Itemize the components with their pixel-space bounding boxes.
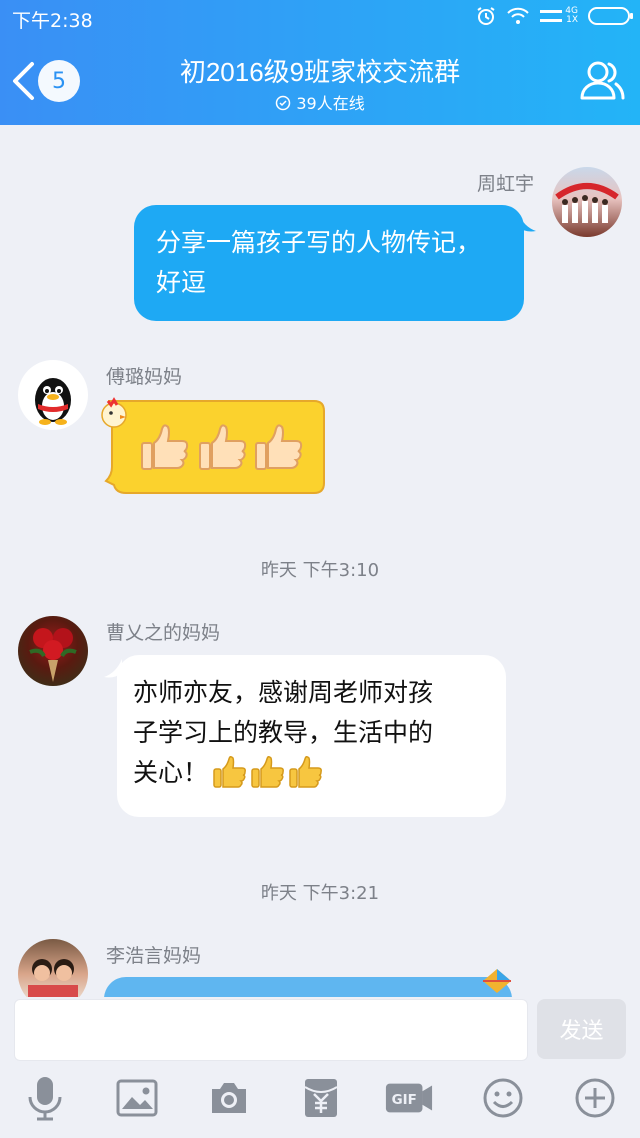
message-bubble[interactable] xyxy=(104,977,512,997)
message-bubble[interactable]: 亦师亦友，感谢周老师对孩 子学习上的教导，生活中的 关心！ xyxy=(117,655,506,817)
signal-indicator: 4G 1X xyxy=(540,6,578,26)
battery-icon xyxy=(588,7,633,25)
timestamp: 昨天 下午3:10 xyxy=(260,560,380,581)
avatar[interactable] xyxy=(18,939,88,997)
voice-button[interactable] xyxy=(20,1073,70,1123)
kids-photo-image xyxy=(28,959,78,997)
composer: 发送 GIF xyxy=(0,997,640,1138)
status-time: 下午2:38 xyxy=(12,10,93,32)
alarm-icon xyxy=(477,7,495,25)
status-bar: 下午2:38 4G 1X xyxy=(0,0,640,36)
sender-name: 周虹宇 xyxy=(476,173,534,195)
network-type-1x: 1X xyxy=(566,15,578,25)
message-text-line: 子学习上的教导，生活中的 xyxy=(133,718,434,747)
message-text: 分享一篇孩子写的人物传记，好逗 xyxy=(156,228,482,297)
gif-button[interactable]: GIF xyxy=(384,1073,434,1123)
avatar[interactable] xyxy=(18,360,88,430)
users-icon xyxy=(580,61,625,100)
camera-icon xyxy=(212,1083,246,1113)
thumbs-up-icon xyxy=(289,755,322,788)
plus-icon xyxy=(575,1078,615,1118)
message-list[interactable]: 周虹宇 分享一篇孩子写的人物传记，好逗 傅璐妈妈 昨天 下午3:10 曹乂之的妈… xyxy=(0,125,640,997)
camera-button[interactable] xyxy=(204,1073,254,1123)
thumbs-up-emoji-row xyxy=(213,755,322,788)
online-status: 39人在线 xyxy=(0,90,640,114)
check-circle-icon xyxy=(276,95,291,111)
avatar[interactable] xyxy=(18,616,88,686)
red-packet-icon xyxy=(304,1079,338,1117)
thumbs-up-icon xyxy=(251,755,284,788)
group-photo-image xyxy=(555,183,619,223)
emoji-button[interactable] xyxy=(478,1073,528,1123)
photo-button[interactable] xyxy=(112,1073,162,1123)
more-button[interactable] xyxy=(570,1073,620,1123)
send-button[interactable]: 发送 xyxy=(537,999,626,1059)
penguin-icon xyxy=(35,378,71,425)
message-text-line: 关心！ xyxy=(133,758,209,787)
microphone-icon xyxy=(28,1077,62,1121)
kite-icon xyxy=(483,969,511,993)
signal-bars-icon xyxy=(540,10,563,22)
gif-icon: GIF xyxy=(385,1083,433,1113)
roses-image xyxy=(29,628,77,682)
sender-name: 李浩言妈妈 xyxy=(106,945,202,967)
message-bubble[interactable]: 分享一篇孩子写的人物传记，好逗 xyxy=(134,205,524,321)
message-input[interactable] xyxy=(14,999,528,1061)
wifi-icon xyxy=(507,7,530,24)
svg-text:GIF: GIF xyxy=(392,1093,417,1108)
red-packet-button[interactable] xyxy=(296,1073,346,1123)
sender-name: 傅璐妈妈 xyxy=(106,366,183,388)
input-toolbar: GIF xyxy=(0,1073,640,1133)
group-members-button[interactable] xyxy=(578,56,626,104)
sender-name: 曹乂之的妈妈 xyxy=(106,622,221,644)
bubble-tail xyxy=(518,213,536,232)
thumbs-up-icon xyxy=(213,755,246,788)
image-icon xyxy=(116,1079,158,1117)
avatar[interactable] xyxy=(552,167,622,237)
online-count: 39人在线 xyxy=(296,94,365,113)
timestamp: 昨天 下午3:21 xyxy=(260,883,380,904)
emoji-icon xyxy=(483,1078,523,1118)
chat-header: 下午2:38 4G 1X 5 初2016级9班家校交流群 39人在线 xyxy=(0,0,640,125)
message-text-line: 亦师亦友，感谢周老师对孩 xyxy=(133,678,434,707)
group-title: 初2016级9班家校交流群 xyxy=(179,57,461,87)
three-thumbs-up-sticker[interactable] xyxy=(94,393,328,499)
status-icons: 4G 1X xyxy=(476,6,633,26)
